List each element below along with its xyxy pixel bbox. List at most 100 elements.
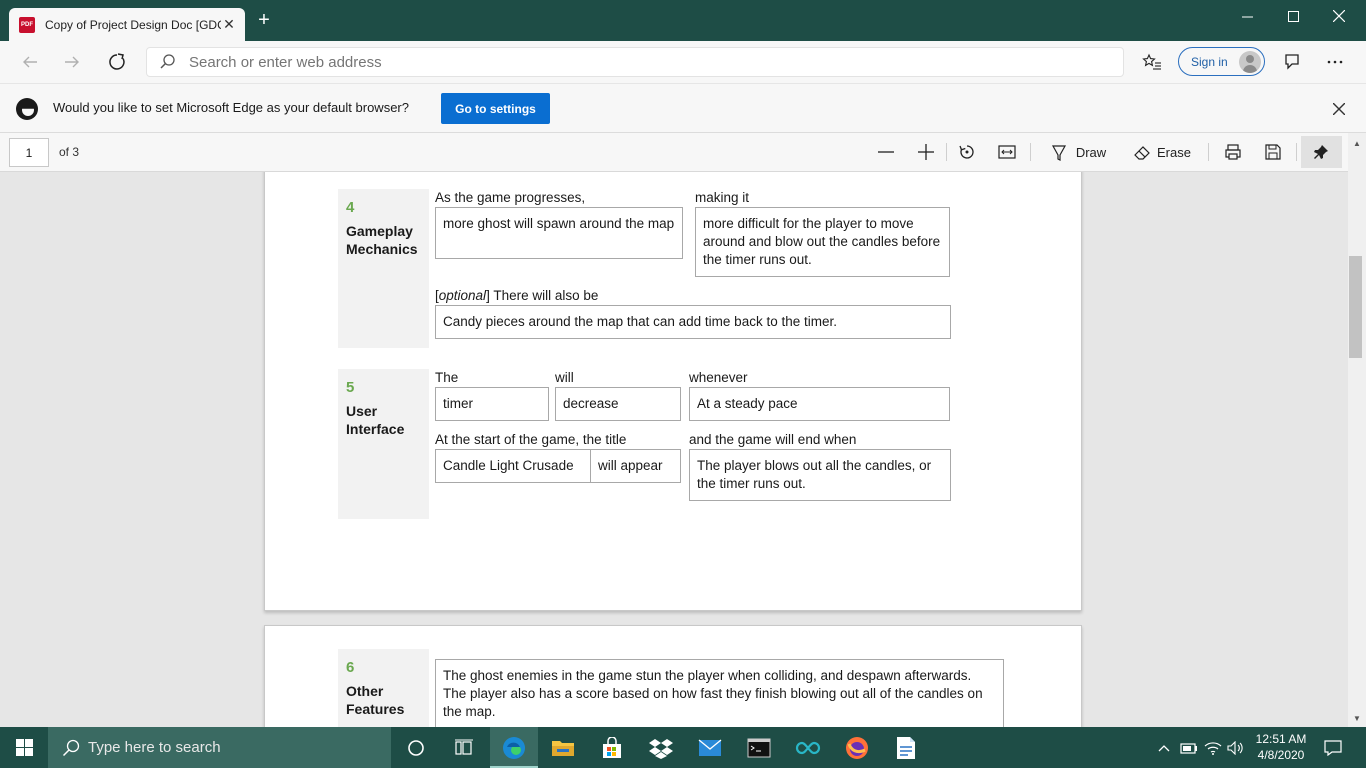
settings-menu-button[interactable]: [1321, 49, 1349, 75]
pin-toolbar-button[interactable]: [1301, 136, 1342, 168]
minimize-button[interactable]: [1224, 0, 1270, 32]
infinity-icon: [795, 741, 821, 754]
zoom-out-button[interactable]: [876, 140, 896, 164]
default-browser-infobar: Would you like to set Microsoft Edge as …: [0, 83, 1366, 133]
taskbar-edge-app[interactable]: [490, 727, 538, 768]
taskbar-file-explorer-app[interactable]: [539, 727, 587, 768]
rotate-button[interactable]: [956, 140, 978, 164]
windows-logo-icon: [15, 739, 33, 756]
firefox-icon: [846, 736, 868, 759]
tab-title: Copy of Project Design Doc [GDC: [45, 17, 221, 32]
taskbar-dropbox-app[interactable]: [637, 727, 685, 768]
taskbar-search-box[interactable]: Type here to search: [48, 727, 391, 768]
forward-arrow-icon: [65, 56, 79, 68]
field-label: and the game will end when: [689, 432, 857, 447]
avatar: [1239, 51, 1261, 73]
refresh-button[interactable]: [103, 49, 131, 75]
clock-time: 12:51 AM: [1255, 732, 1307, 746]
volume-control[interactable]: [1226, 727, 1246, 768]
infobar-close-button[interactable]: [1328, 98, 1350, 120]
field-label: will: [555, 370, 574, 385]
taskbar-firefox-app[interactable]: [833, 727, 881, 768]
draw-label: Draw: [1075, 144, 1107, 160]
taskbar-arduino-app[interactable]: [784, 727, 832, 768]
pdf-toolbar: 1 of 3 Draw Erase: [0, 133, 1366, 172]
sign-in-button[interactable]: Sign in: [1178, 47, 1265, 76]
go-to-settings-button[interactable]: Go to settings: [441, 93, 550, 124]
maximize-icon: [1287, 10, 1299, 22]
section-title: Gameplay Mechanics: [346, 223, 418, 257]
favorites-button[interactable]: [1138, 49, 1166, 75]
back-button[interactable]: [16, 49, 44, 75]
draw-icon: [1051, 145, 1066, 161]
save-icon: [1265, 144, 1281, 160]
new-tab-button[interactable]: +: [254, 10, 274, 30]
navigation-toolbar: Sign in: [0, 41, 1366, 83]
page-count: of 3: [59, 145, 80, 159]
address-input[interactable]: [189, 53, 1089, 71]
refresh-icon: [109, 53, 125, 70]
save-button[interactable]: [1262, 140, 1284, 164]
section-number: 6: [346, 659, 355, 676]
pdf-page: 4 Gameplay Mechanics As the game progres…: [264, 172, 1082, 611]
toolbar-divider: [946, 143, 947, 161]
field-label: At the start of the game, the title: [435, 432, 627, 447]
cortana-button[interactable]: [392, 727, 440, 768]
section-number: 5: [346, 379, 355, 396]
maximize-button[interactable]: [1270, 0, 1316, 32]
mail-icon: [698, 738, 722, 756]
show-hidden-icons-button[interactable]: [1156, 727, 1172, 768]
field-label: [optional] There will also be: [435, 288, 599, 303]
erase-button[interactable]: Erase: [1131, 140, 1193, 164]
page-number-input[interactable]: 1: [9, 138, 49, 167]
feedback-button[interactable]: [1278, 49, 1306, 75]
text-field-box: more difficult for the player to move ar…: [695, 207, 950, 277]
back-arrow-icon: [23, 56, 37, 68]
print-icon: [1225, 144, 1241, 160]
field-label: whenever: [689, 370, 748, 385]
action-center-button[interactable]: [1322, 727, 1344, 768]
draw-button[interactable]: Draw: [1046, 140, 1110, 164]
taskbar-store-app[interactable]: [588, 727, 636, 768]
pdf-file-icon: PDF: [19, 16, 35, 33]
store-bag-icon: [603, 736, 621, 758]
scroll-down-arrow-icon[interactable]: ▼: [1348, 711, 1366, 725]
infobar-message: Would you like to set Microsoft Edge as …: [53, 100, 409, 115]
task-view-button[interactable]: [440, 727, 488, 768]
battery-status[interactable]: [1179, 727, 1199, 768]
field-label: making it: [695, 190, 750, 205]
start-button[interactable]: [0, 727, 48, 768]
tab-close-icon[interactable]: ✕: [221, 16, 237, 33]
section-title: Other Features: [346, 683, 405, 717]
terminal-icon: [747, 738, 771, 757]
field-label: As the game progresses,: [435, 190, 586, 205]
vertical-scrollbar[interactable]: [1348, 133, 1366, 727]
browser-tab[interactable]: PDF Copy of Project Design Doc [GDC ✕: [9, 8, 245, 41]
minimize-icon: [1241, 16, 1253, 17]
forward-button[interactable]: [58, 49, 86, 75]
scroll-up-arrow-icon[interactable]: ▲: [1348, 136, 1366, 150]
fit-to-page-button[interactable]: [996, 140, 1018, 164]
taskbar-search-placeholder: Type here to search: [88, 739, 221, 756]
rotate-icon: [959, 145, 974, 159]
pdf-viewport[interactable]: 4 Gameplay Mechanics As the game progres…: [0, 172, 1348, 727]
pdf-page: 6 Other Features The ghost enemies in th…: [264, 625, 1082, 727]
favorites-star-icon: [1142, 53, 1161, 70]
text-field-box: Candle Light Crusade: [435, 449, 591, 483]
toolbar-divider: [1030, 143, 1031, 161]
taskbar-docs-app[interactable]: [882, 727, 930, 768]
speaker-icon: [1227, 740, 1243, 755]
system-clock[interactable]: 12:51 AM 4/8/2020: [1244, 731, 1318, 763]
print-button[interactable]: [1222, 140, 1244, 164]
taskbar-terminal-app[interactable]: [735, 727, 783, 768]
scrollbar-thumb[interactable]: [1349, 256, 1362, 358]
task-view-icon: [455, 739, 473, 755]
address-bar[interactable]: [146, 47, 1124, 77]
close-icon: [1333, 103, 1345, 115]
taskbar-mail-app[interactable]: [686, 727, 734, 768]
close-window-button[interactable]: [1316, 0, 1362, 32]
zoom-in-button[interactable]: [916, 140, 936, 164]
text-field-box: decrease: [555, 387, 681, 421]
close-icon: [1333, 10, 1345, 22]
network-status[interactable]: [1203, 727, 1223, 768]
